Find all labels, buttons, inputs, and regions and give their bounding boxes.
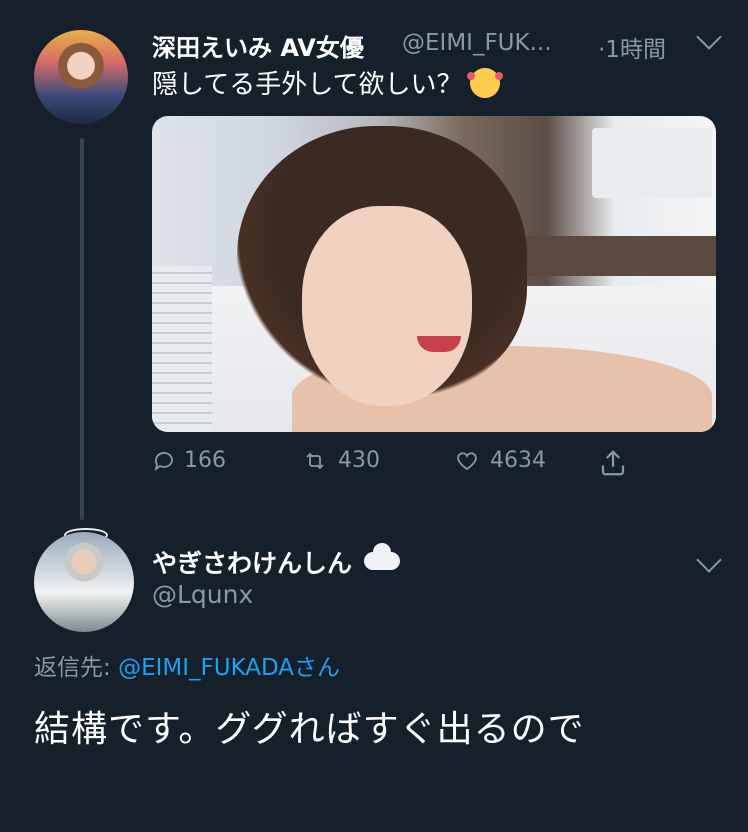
tweet-text-content: 隠してる手外して欲しい？ (152, 70, 463, 100)
author-handle[interactable]: @Lqunx (152, 580, 253, 609)
share-button[interactable] (598, 448, 636, 478)
author-handle[interactable]: @EIMI_FUK... (402, 30, 552, 56)
author-name[interactable]: 深田えいみ AV女優 (152, 28, 364, 63)
replying-to-label: 返信先: (34, 655, 119, 681)
cloud-icon (364, 543, 401, 570)
like-count: 4634 (490, 448, 546, 473)
heart-icon (457, 451, 477, 470)
reply-mention-suffix: さん (294, 655, 341, 681)
reply-button[interactable]: 166 (152, 448, 226, 473)
smiling-face-with-hearts-icon (467, 68, 504, 98)
photo-window-blind (152, 266, 212, 432)
photo-headboard (522, 236, 716, 276)
reply-count: 166 (184, 448, 226, 473)
retweet-count: 430 (338, 448, 380, 473)
reply-mention-link[interactable]: @EIMI_FUKADA (118, 655, 294, 681)
photo-face (302, 206, 472, 406)
retweet-button[interactable]: 430 (300, 448, 380, 473)
replying-to: 返信先: @EIMI_FUKADAさん (34, 648, 340, 682)
like-button[interactable]: 4634 (452, 448, 546, 473)
tweet-text: 結構です。ググればすぐ出るので (34, 709, 585, 750)
retweet-icon (306, 452, 324, 469)
tweet-text: 隠してる手外して欲しい？ (152, 64, 504, 101)
share-icon (601, 450, 625, 476)
chevron-down-icon[interactable] (696, 547, 722, 573)
tweet-photo[interactable] (152, 116, 716, 432)
avatar[interactable] (34, 30, 128, 124)
avatar[interactable] (34, 532, 134, 632)
tweet-timestamp[interactable]: ·1時間 (598, 30, 666, 64)
chevron-down-icon[interactable] (696, 24, 722, 50)
author-name-text: やぎさわけんしん (152, 549, 353, 578)
reply-icon (154, 451, 173, 471)
thread-connector-line (80, 138, 84, 520)
author-name[interactable]: やぎさわけんしん (152, 543, 401, 580)
photo-control-panel (592, 128, 712, 198)
